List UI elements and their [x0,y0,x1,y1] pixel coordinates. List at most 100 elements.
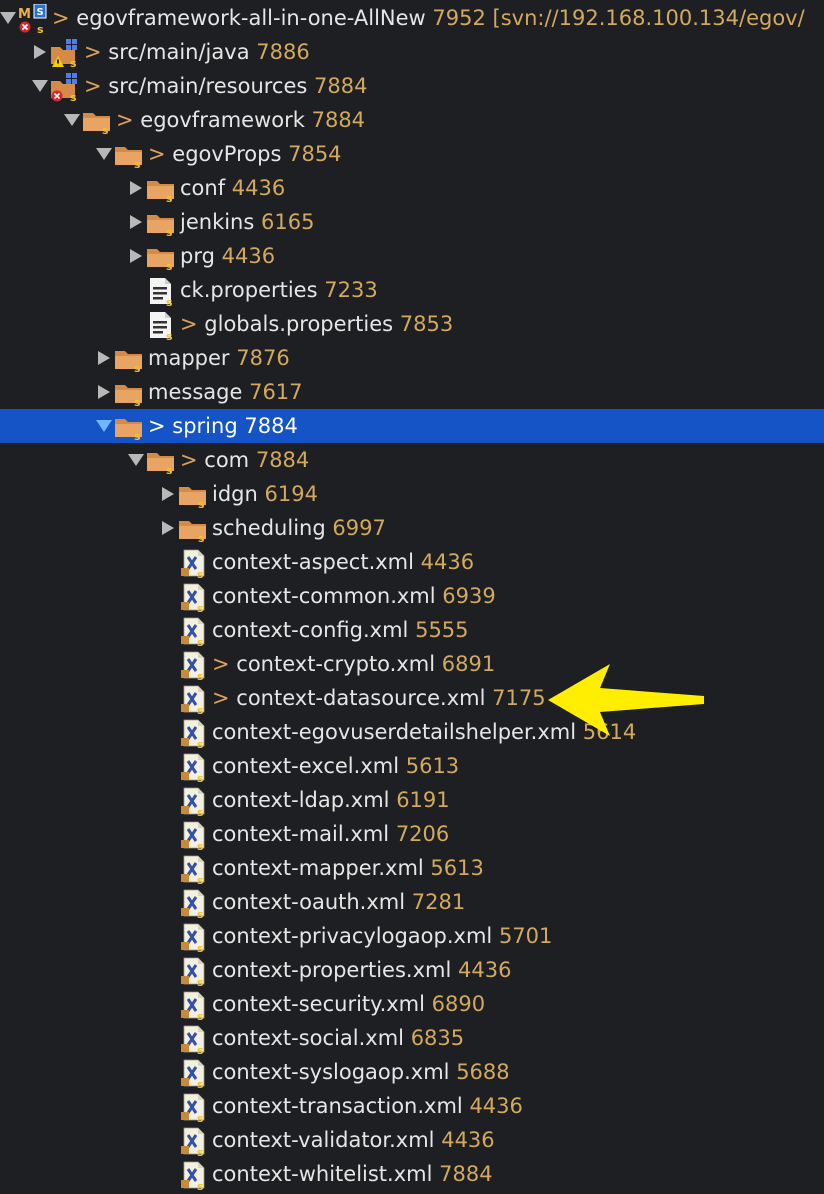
folder-icon: s [178,480,208,511]
item-name: globals.properties [204,312,394,336]
xml-file-icon: s [178,1058,208,1091]
tree-item-context-mail[interactable]: s context-mail.xml 7206 [0,817,824,853]
tree-item-label: > com 7884 [180,443,309,477]
tree-item-mapper[interactable]: s mapper 7876 [0,341,824,375]
svn-revision: 6191 [396,788,450,812]
chevron-down-icon[interactable] [96,137,112,171]
item-name: prg [180,244,215,268]
tree-item-label: > src/main/java 7886 [84,35,310,69]
dirty-marker: > [148,142,173,166]
item-name: context-properties.xml [212,958,452,982]
svn-revision: 7281 [411,890,466,914]
svg-text:s: s [166,260,173,272]
tree-item-root[interactable]: M S s > egovframework-all-in-one-AllNew … [0,1,824,36]
svg-text:s: s [197,908,204,918]
svg-text:s: s [197,704,204,714]
tree-item-context-whitelist[interactable]: s context-whitelist.xml 7884 [0,1157,824,1193]
xml-file-icon: s [178,650,208,683]
chevron-right-icon[interactable] [160,511,176,545]
tree-item-scheduling[interactable]: s scheduling 6997 [0,511,824,545]
tree-item-conf[interactable]: s conf 4436 [0,171,824,205]
svg-text:s: s [197,1146,204,1156]
folder-icon: s [114,344,144,375]
chevron-right-icon[interactable] [128,239,144,273]
dirty-marker: > [84,74,109,98]
tree-item-context-transaction[interactable]: s context-transaction.xml 4436 [0,1089,824,1125]
tree-item-label: context-common.xml 6939 [212,579,496,613]
chevron-right-icon[interactable] [32,35,48,69]
tree-item-src-main-resources[interactable]: s > src/main/resources 7884 [0,69,824,104]
tree-item-message[interactable]: s message 7617 [0,375,824,409]
tree-item-context-config[interactable]: s context-config.xml 5555 [0,613,824,649]
item-name: context-aspect.xml [212,550,414,574]
tree-item-ck-properties[interactable]: s ck.properties 7233 [0,273,824,309]
tree-item-label: > src/main/resources 7884 [84,69,367,103]
svn-revision: 7884 [244,414,298,438]
svg-text:s: s [197,874,204,884]
tree-item-context-mapper[interactable]: s context-mapper.xml 5613 [0,851,824,887]
tree-item-context-excel[interactable]: s context-excel.xml 5613 [0,749,824,785]
chevron-right-icon[interactable] [128,205,144,239]
tree-item-egovframework[interactable]: s > egovframework 7884 [0,103,824,137]
tree-item-globals-properties[interactable]: s > globals.properties 7853 [0,307,824,343]
svg-text:s: s [166,226,173,238]
tree-item-egovprops[interactable]: s > egovProps 7854 [0,137,824,171]
svn-revision: 7233 [324,278,378,302]
chevron-right-icon[interactable] [96,341,112,375]
svn-revision: 7884 [439,1162,493,1186]
xml-file-icon: s [178,1092,208,1125]
tree-item-jenkins[interactable]: s jenkins 6165 [0,205,824,239]
tree-item-label: mapper 7876 [148,341,290,375]
svg-text:s: s [197,840,204,850]
xml-file-icon: s [178,786,208,819]
tree-item-label: jenkins 6165 [180,205,314,239]
tree-item-context-security[interactable]: s context-security.xml 6890 [0,987,824,1023]
svn-revision: 6165 [261,210,315,234]
tree-item-context-oauth[interactable]: s context-oauth.xml 7281 [0,885,824,921]
svn-revision: 7853 [399,312,454,336]
tree-item-label: context-properties.xml 4436 [212,953,511,987]
tree-item-label: context-excel.xml 5613 [212,749,459,783]
tree-item-label: prg 4436 [180,239,275,273]
chevron-down-icon[interactable] [32,69,48,103]
tree-item-context-aspect[interactable]: s context-aspect.xml 4436 [0,545,824,581]
tree-item-context-privacylogaop[interactable]: s context-privacylogaop.xml 5701 [0,919,824,955]
svg-text:s: s [197,1044,204,1054]
folder-icon: s [178,514,208,545]
tree-item-src-main-java[interactable]: s > src/main/java 7886 [0,35,824,70]
tree-item-idgn[interactable]: s idgn 6194 [0,477,824,511]
svg-text:s: s [166,464,173,476]
tree-item-label: > context-crypto.xml 6891 [212,647,495,681]
item-name: scheduling [212,516,326,540]
item-name: context-mail.xml [212,822,390,846]
chevron-down-icon[interactable] [0,1,16,35]
chevron-right-icon[interactable] [96,375,112,409]
chevron-down-icon[interactable] [64,103,80,137]
tree-item-spring[interactable]: s > spring 7884 [0,409,824,443]
tree-item-context-validator[interactable]: s context-validator.xml 4436 [0,1123,824,1159]
tree-item-context-syslogaop[interactable]: s context-syslogaop.xml 5688 [0,1055,824,1091]
tree-item-context-ldap[interactable]: s context-ldap.xml 6191 [0,783,824,819]
tree-item-com[interactable]: s > com 7884 [0,443,824,477]
tree-item-context-social[interactable]: s context-social.xml 6835 [0,1021,824,1057]
tree-item-context-properties[interactable]: s context-properties.xml 4436 [0,953,824,989]
svg-text:s: s [197,670,204,680]
item-name: context-social.xml [212,1026,404,1050]
chevron-down-icon[interactable] [96,409,112,443]
svn-revision: 7854 [288,142,342,166]
dirty-marker: > [116,108,141,132]
svn-revision: 4436 [441,1128,495,1152]
chevron-right-icon[interactable] [160,477,176,511]
folder-icon: s [82,106,112,137]
item-name: spring [172,414,238,438]
tree-item-prg[interactable]: s prg 4436 [0,239,824,273]
chevron-down-icon[interactable] [128,443,144,477]
chevron-right-icon[interactable] [128,171,144,205]
tree-item-context-common[interactable]: s context-common.xml 6939 [0,579,824,615]
tree-item-label: ck.properties 7233 [180,273,378,307]
svn-revision: 4436 [457,958,512,982]
properties-file-icon: s [146,310,176,343]
folder-icon: s [114,412,144,443]
item-name: idgn [212,482,258,506]
svg-text:s: s [197,1078,204,1088]
